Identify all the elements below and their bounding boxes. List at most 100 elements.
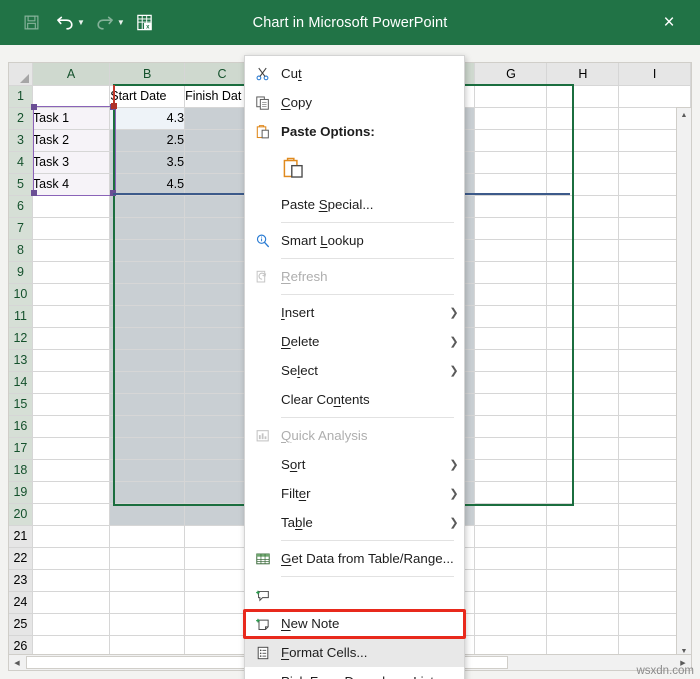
row-header-24[interactable]: 24: [9, 591, 32, 613]
save-icon[interactable]: [14, 6, 48, 40]
menu-item-new-comment[interactable]: [245, 580, 464, 609]
cell-g11[interactable]: [475, 305, 547, 327]
cell-a20[interactable]: [32, 503, 109, 525]
cell-b11[interactable]: [110, 305, 185, 327]
cell-b1[interactable]: Start Date: [110, 85, 185, 107]
cell-h4[interactable]: [547, 151, 619, 173]
cell-h16[interactable]: [547, 415, 619, 437]
column-header-h[interactable]: H: [547, 63, 619, 85]
cell-a7[interactable]: [32, 217, 109, 239]
cell-h2[interactable]: [547, 107, 619, 129]
cell-g2[interactable]: [475, 107, 547, 129]
cell-g25[interactable]: [475, 613, 547, 635]
paste-keep-source-formatting-icon[interactable]: [281, 156, 317, 181]
cell-b3[interactable]: 2.5: [110, 129, 185, 151]
cell-h20[interactable]: [547, 503, 619, 525]
menu-item-smart-lookup[interactable]: Smart Lookup: [245, 226, 464, 255]
cell-b13[interactable]: [110, 349, 185, 371]
row-header-15[interactable]: 15: [9, 393, 32, 415]
row-header-4[interactable]: 4: [9, 151, 32, 173]
cell-h9[interactable]: [547, 261, 619, 283]
row-header-20[interactable]: 20: [9, 503, 32, 525]
cell-g24[interactable]: [475, 591, 547, 613]
row-header-12[interactable]: 12: [9, 327, 32, 349]
close-button[interactable]: ×: [648, 0, 690, 45]
cell-i1[interactable]: [619, 85, 691, 107]
column-header-i[interactable]: I: [619, 63, 691, 85]
cell-h19[interactable]: [547, 481, 619, 503]
cell-a15[interactable]: [32, 393, 109, 415]
cell-h17[interactable]: [547, 437, 619, 459]
cell-a5[interactable]: Task 4: [32, 173, 109, 195]
cell-g3[interactable]: [475, 129, 547, 151]
chart-range-handle-top-left[interactable]: [31, 104, 37, 110]
cell-g18[interactable]: [475, 459, 547, 481]
row-header-21[interactable]: 21: [9, 525, 32, 547]
cell-a11[interactable]: [32, 305, 109, 327]
edit-data-excel-icon[interactable]: x: [128, 6, 162, 40]
series-range-handle[interactable]: [111, 103, 117, 109]
row-header-19[interactable]: 19: [9, 481, 32, 503]
cell-g15[interactable]: [475, 393, 547, 415]
cell-g22[interactable]: [475, 547, 547, 569]
cell-a1[interactable]: [32, 85, 109, 107]
cell-a14[interactable]: [32, 371, 109, 393]
cell-b8[interactable]: [110, 239, 185, 261]
cell-a13[interactable]: [32, 349, 109, 371]
cell-g5[interactable]: [475, 173, 547, 195]
cell-g9[interactable]: [475, 261, 547, 283]
cell-b2[interactable]: 4.3: [110, 107, 185, 129]
cell-h23[interactable]: [547, 569, 619, 591]
vertical-scroll-thumb[interactable]: [678, 124, 690, 324]
cell-g7[interactable]: [475, 217, 547, 239]
row-header-2[interactable]: 2: [9, 107, 32, 129]
cell-b24[interactable]: [110, 591, 185, 613]
cell-a3[interactable]: Task 2: [32, 129, 109, 151]
row-header-11[interactable]: 11: [9, 305, 32, 327]
menu-item-pick-from-dropdown-list[interactable]: Pick From Drop-down List...: [245, 667, 464, 679]
menu-item-cut[interactable]: Cut: [245, 59, 464, 88]
row-header-9[interactable]: 9: [9, 261, 32, 283]
menu-item-format-cells[interactable]: Format Cells...: [245, 638, 464, 667]
cell-g21[interactable]: [475, 525, 547, 547]
paste-options-gallery[interactable]: [245, 146, 464, 190]
cell-h6[interactable]: [547, 195, 619, 217]
menu-item-clear-contents[interactable]: Clear Contents: [245, 385, 464, 414]
cell-b22[interactable]: [110, 547, 185, 569]
menu-item-copy[interactable]: Copy: [245, 88, 464, 117]
row-header-10[interactable]: 10: [9, 283, 32, 305]
menu-item-select[interactable]: Select ❯: [245, 356, 464, 385]
cell-g12[interactable]: [475, 327, 547, 349]
select-all-corner[interactable]: [9, 63, 32, 85]
cell-h14[interactable]: [547, 371, 619, 393]
row-header-3[interactable]: 3: [9, 129, 32, 151]
row-header-22[interactable]: 22: [9, 547, 32, 569]
menu-item-paste-special[interactable]: Paste Special...: [245, 190, 464, 219]
undo-dropdown-caret-icon[interactable]: ▼: [77, 19, 85, 27]
menu-item-table[interactable]: Table ❯: [245, 508, 464, 537]
cell-b14[interactable]: [110, 371, 185, 393]
cell-a10[interactable]: [32, 283, 109, 305]
cell-h11[interactable]: [547, 305, 619, 327]
cell-b7[interactable]: [110, 217, 185, 239]
cell-b21[interactable]: [110, 525, 185, 547]
cell-g17[interactable]: [475, 437, 547, 459]
cell-h18[interactable]: [547, 459, 619, 481]
cell-b15[interactable]: [110, 393, 185, 415]
cell-b23[interactable]: [110, 569, 185, 591]
cell-h7[interactable]: [547, 217, 619, 239]
chart-range-handle-bottom-left[interactable]: [31, 190, 37, 196]
cell-b6[interactable]: [110, 195, 185, 217]
column-header-g[interactable]: G: [475, 63, 547, 85]
cell-g13[interactable]: [475, 349, 547, 371]
row-header-17[interactable]: 17: [9, 437, 32, 459]
cell-g10[interactable]: [475, 283, 547, 305]
cell-b25[interactable]: [110, 613, 185, 635]
row-header-18[interactable]: 18: [9, 459, 32, 481]
context-menu[interactable]: Cut Copy Paste: [244, 55, 465, 679]
cell-g19[interactable]: [475, 481, 547, 503]
menu-item-sort[interactable]: Sort ❯: [245, 450, 464, 479]
cell-g4[interactable]: [475, 151, 547, 173]
cell-h12[interactable]: [547, 327, 619, 349]
cell-b4[interactable]: 3.5: [110, 151, 185, 173]
